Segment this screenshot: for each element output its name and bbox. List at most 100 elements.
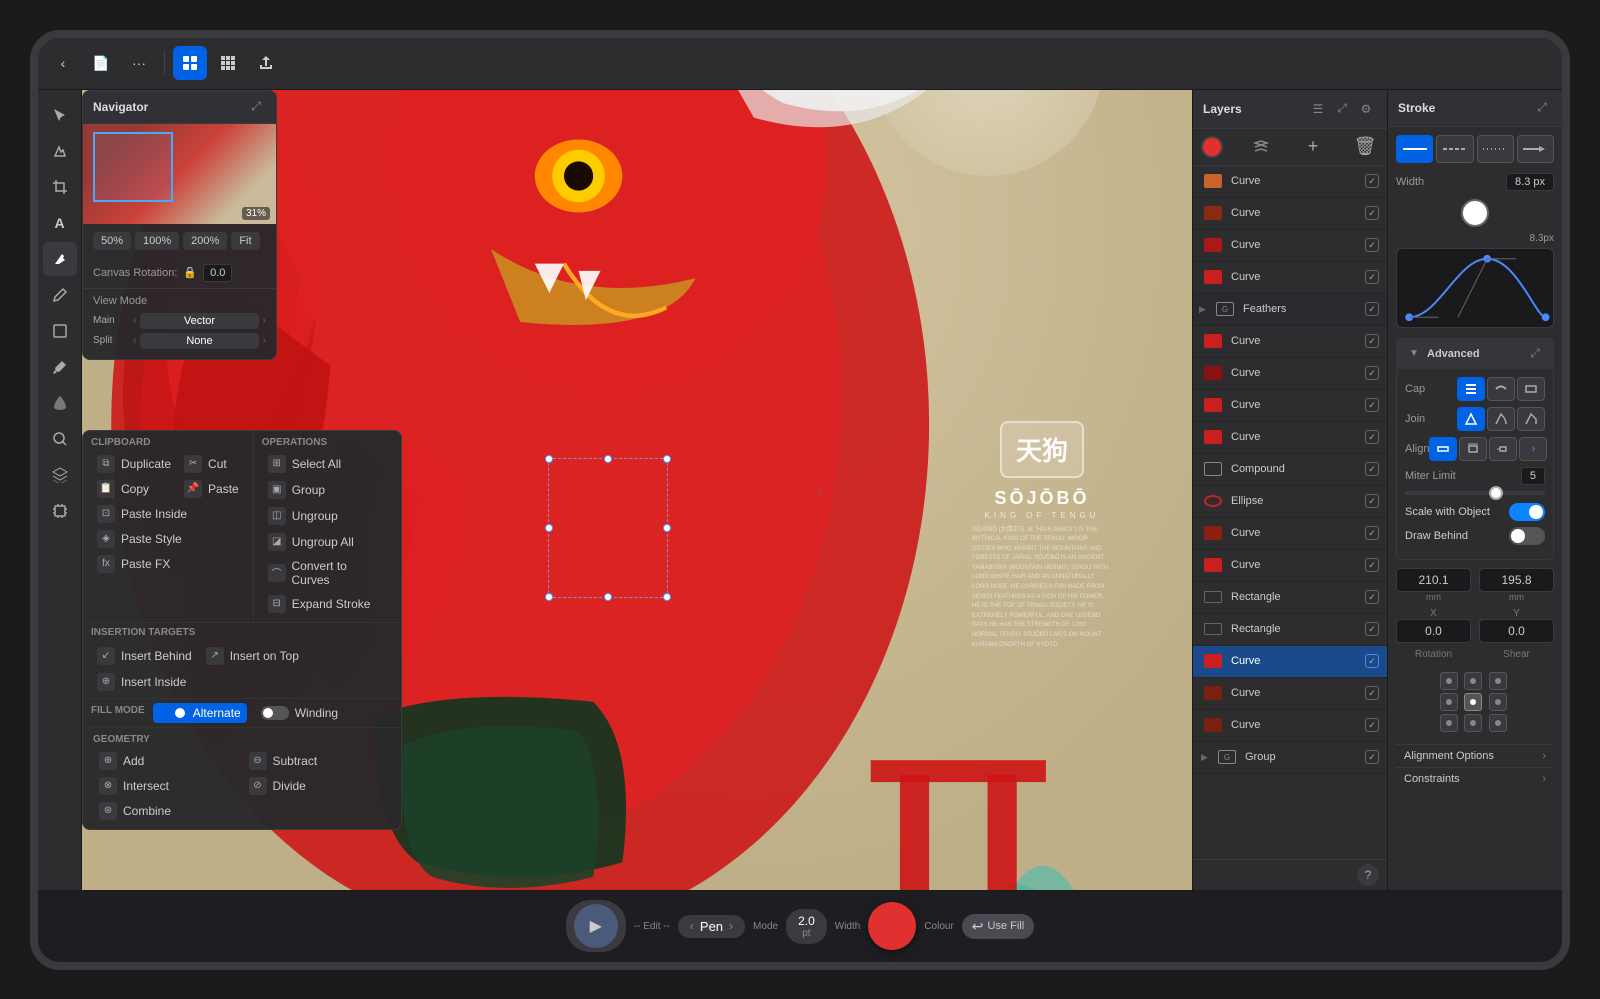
align-inside-btn[interactable] <box>1459 437 1487 461</box>
transform-y-value[interactable]: 0.0 <box>1479 619 1554 643</box>
anchor-mm[interactable] <box>1464 693 1482 711</box>
share-button[interactable] <box>249 46 283 80</box>
layer-checkbox-1[interactable]: ✓ <box>1365 174 1379 188</box>
transform-x-value[interactable]: 0.0 <box>1396 619 1471 643</box>
layer-checkbox-selected[interactable]: ✓ <box>1365 654 1379 668</box>
fill-alternate-btn[interactable]: Alternate <box>153 703 247 723</box>
layer-item[interactable]: Curve ✓ <box>1193 518 1387 550</box>
stroke-arrow-btn[interactable] <box>1517 135 1554 163</box>
layer-group-bottom[interactable]: ▶ G Group ✓ <box>1193 742 1387 774</box>
layer-checkbox-group[interactable]: ✓ <box>1365 750 1379 764</box>
copy-btn[interactable]: 📋 Copy <box>91 477 177 501</box>
cap-round-btn[interactable] <box>1487 377 1515 401</box>
combine-btn[interactable]: ⊛ Combine <box>93 799 391 823</box>
transform-width-value[interactable]: 210.1 <box>1396 568 1471 592</box>
miter-slider[interactable] <box>1405 491 1545 495</box>
miter-value[interactable]: 5 <box>1521 467 1545 485</box>
layer-checkbox-12[interactable]: ✓ <box>1365 718 1379 732</box>
view-mode-main-right-chevron[interactable]: › <box>263 315 266 326</box>
stroke-dotted-btn[interactable] <box>1477 135 1514 163</box>
layer-color-swatch[interactable] <box>1201 136 1223 158</box>
divide-btn[interactable]: ⊘ Divide <box>243 774 392 798</box>
subtract-btn[interactable]: ⊖ Subtract <box>243 749 392 773</box>
layer-rect-2[interactable]: Rectangle ✓ <box>1193 614 1387 646</box>
layer-checkbox-4[interactable]: ✓ <box>1365 270 1379 284</box>
layers-delete-btn[interactable]: 🗑 <box>1351 133 1379 161</box>
insert-on-top-btn[interactable]: ↗ Insert on Top <box>200 644 305 668</box>
anchor-br[interactable] <box>1489 714 1507 732</box>
paste-style-btn[interactable]: ◈ Paste Style <box>91 527 245 551</box>
join-bevel-btn[interactable] <box>1517 407 1545 431</box>
zoom-200-btn[interactable]: 200% <box>183 232 227 250</box>
layer-item[interactable]: Curve ✓ <box>1193 166 1387 198</box>
layers-settings-btn[interactable]: ⚙ <box>1355 98 1377 120</box>
layer-checkbox-ellipse[interactable]: ✓ <box>1365 494 1379 508</box>
convert-curves-btn[interactable]: ⌒ Convert to Curves <box>262 556 393 590</box>
layer-checkbox-rect2[interactable]: ✓ <box>1365 622 1379 636</box>
draw-behind-toggle[interactable] <box>1509 527 1545 545</box>
layer-item[interactable]: Curve ✓ <box>1193 358 1387 390</box>
left-expand-arrow[interactable]: › <box>126 482 131 498</box>
layer-checkbox-10[interactable]: ✓ <box>1365 558 1379 572</box>
align-outside-btn[interactable] <box>1489 437 1517 461</box>
zoom-50-btn[interactable]: 50% <box>93 232 131 250</box>
layer-checkbox-11[interactable]: ✓ <box>1365 686 1379 700</box>
paste-inside-btn[interactable]: ⊡ Paste Inside <box>91 502 245 526</box>
pen-tool[interactable] <box>43 242 77 276</box>
layer-item[interactable]: Curve ✓ <box>1193 262 1387 294</box>
anchor-tr[interactable] <box>1489 672 1507 690</box>
fill-winding-btn[interactable]: Winding <box>255 703 344 723</box>
layer-checkbox-rect1[interactable]: ✓ <box>1365 590 1379 604</box>
view-mode-split-left-chevron[interactable]: ‹ <box>133 335 136 346</box>
document-button[interactable]: 📄 <box>84 46 118 80</box>
layer-item[interactable]: Curve ✓ <box>1193 422 1387 454</box>
layer-checkbox-2[interactable]: ✓ <box>1365 206 1379 220</box>
constraints-row[interactable]: Constraints › <box>1396 767 1554 790</box>
miter-slider-thumb[interactable] <box>1489 486 1503 500</box>
back-button[interactable]: ‹ <box>46 46 80 80</box>
play-btn[interactable]: ▶ <box>574 904 618 948</box>
layers-expand-btn[interactable]: ⤢ <box>1331 98 1353 120</box>
transform-tool[interactable] <box>43 494 77 528</box>
select-all-btn[interactable]: ⊞ Select All <box>262 452 393 476</box>
layers-tool[interactable] <box>43 458 77 492</box>
group-btn[interactable]: ▣ Group <box>262 478 393 502</box>
scale-toggle[interactable] <box>1509 503 1545 521</box>
transform-height-value[interactable]: 195.8 <box>1479 568 1554 592</box>
stroke-color-swatch[interactable] <box>1461 199 1489 227</box>
paste-btn[interactable]: 📌 Paste <box>178 477 245 501</box>
layers-list-btn[interactable]: ☰ <box>1307 98 1329 120</box>
view-mode-button[interactable] <box>173 46 207 80</box>
advanced-header[interactable]: ▼ Advanced ⤢ <box>1397 339 1553 369</box>
zoom-100-btn[interactable]: 100% <box>135 232 179 250</box>
layer-checkbox-8[interactable]: ✓ <box>1365 430 1379 444</box>
advanced-settings-btn[interactable]: ⤢ <box>1525 344 1545 364</box>
layer-item[interactable]: Curve ✓ <box>1193 230 1387 262</box>
group-expand-icon[interactable]: ▶ <box>1201 752 1215 763</box>
stroke-width-value[interactable]: 8.3 px <box>1506 173 1554 191</box>
fill-tool[interactable] <box>43 386 77 420</box>
mode-selector[interactable]: ‹ Pen › <box>678 915 745 938</box>
anchor-ml[interactable] <box>1440 693 1458 711</box>
align-center-btn[interactable] <box>1429 437 1457 461</box>
stroke-expand-btn[interactable]: ⤢ <box>1532 98 1552 118</box>
right-expand-arrow[interactable]: ‹ <box>818 482 823 498</box>
layer-item[interactable]: Curve ✓ <box>1193 678 1387 710</box>
cut-btn[interactable]: ✂ Cut <box>178 452 245 476</box>
crop-tool[interactable] <box>43 170 77 204</box>
colour-btn[interactable] <box>868 902 916 950</box>
layers-add-btn[interactable]: + <box>1299 133 1327 161</box>
layer-item[interactable]: Curve ✓ <box>1193 390 1387 422</box>
layer-rect-1[interactable]: Rectangle ✓ <box>1193 582 1387 614</box>
alignment-options-row[interactable]: Alignment Options › <box>1396 744 1554 767</box>
layer-compound[interactable]: Compound ✓ <box>1193 454 1387 486</box>
align-more-btn[interactable]: › <box>1519 437 1547 461</box>
layer-checkbox-6[interactable]: ✓ <box>1365 366 1379 380</box>
text-tool[interactable]: A <box>43 206 77 240</box>
paste-fx-btn[interactable]: fx Paste FX <box>91 552 245 576</box>
join-round-btn[interactable] <box>1487 407 1515 431</box>
canvas-area[interactable]: 天狗 SŌJŌBŌ KING OF TENGU SŌJŌBŌ (大僧正坊, li… <box>82 90 1192 890</box>
add-btn[interactable]: ⊕ Add <box>93 749 242 773</box>
layer-item[interactable]: Curve ✓ <box>1193 326 1387 358</box>
intersect-btn[interactable]: ⊗ Intersect <box>93 774 242 798</box>
